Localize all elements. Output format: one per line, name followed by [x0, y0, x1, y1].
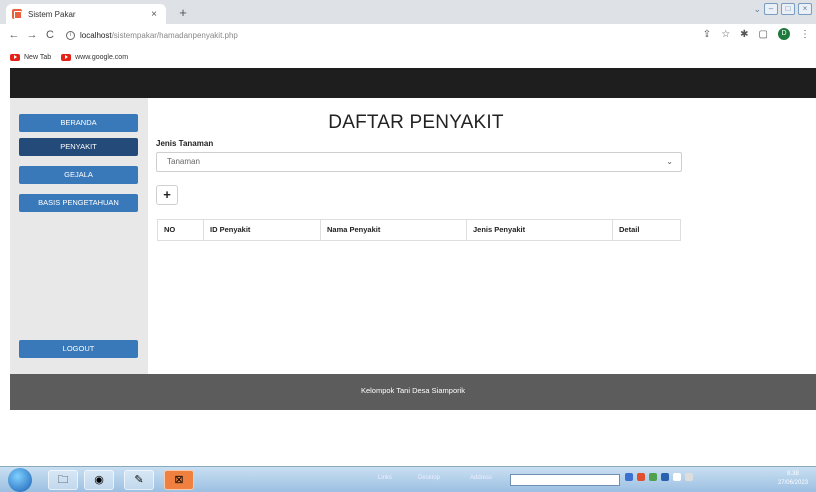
menu-kebab-icon[interactable]: ⋮	[800, 29, 810, 40]
new-tab-button[interactable]: +	[176, 5, 190, 20]
tool-app-icon[interactable]: ✎	[124, 470, 154, 490]
address-label: Address	[470, 475, 493, 481]
page-title: DAFTAR PENYAKIT	[328, 112, 504, 133]
close-window-button[interactable]: ×	[798, 3, 812, 15]
jenis-tanaman-label: Jenis Tanaman	[156, 139, 214, 148]
extensions-icon[interactable]: ✱	[740, 29, 748, 40]
volume-icon[interactable]	[685, 473, 693, 481]
clock-date: 27/06/2023	[777, 480, 808, 486]
column-header-jenis-penyakit: Jenis Penyakit	[467, 220, 613, 240]
minimize-button[interactable]: –	[764, 3, 778, 15]
sidebar-item-basis-pengetahuan[interactable]: BASIS PENGETAHUAN	[19, 194, 138, 212]
bookmark-star-icon[interactable]: ☆	[721, 29, 730, 40]
tray-icon[interactable]	[625, 473, 633, 481]
column-header-id-penyakit: ID Penyakit	[204, 220, 321, 240]
forward-arrow-icon[interactable]: →	[24, 29, 40, 41]
tray-icon[interactable]	[637, 473, 645, 481]
os-taskbar: 🗀 ◉ ✎ ⊠ Links Desktop Address 8.38 27/06…	[0, 466, 816, 492]
share-icon[interactable]: ⇪	[703, 29, 711, 40]
bookmark-label: New Tab	[24, 53, 52, 61]
window-controls: ⌄ – □ ×	[753, 3, 812, 15]
chrome-icon[interactable]: ◉	[84, 470, 114, 490]
sidebar-item-penyakit[interactable]: PENYAKIT	[19, 138, 138, 156]
bookmarks-bar: New Tab www.google.com	[0, 46, 816, 68]
youtube-icon	[61, 53, 72, 61]
chevron-down-icon: ⌄	[666, 157, 673, 166]
logout-button[interactable]: LOGOUT	[19, 340, 138, 358]
browser-tabstrip: Sistem Pakar × + ⌄ – □ ×	[0, 0, 816, 24]
penyakit-table-header: NO ID Penyakit Nama Penyakit Jenis Penya…	[157, 219, 681, 241]
column-header-no: NO	[158, 220, 204, 240]
taskbar-clock[interactable]: 8.38 27/06/2023	[778, 470, 808, 488]
address-bar: ← → C i localhost /sistempakar/hamadanpe…	[0, 24, 816, 46]
xampp-icon[interactable]: ⊠	[164, 470, 194, 490]
sidepanel-icon[interactable]: ▢	[759, 29, 768, 40]
page-header	[10, 68, 816, 98]
taskbar-address-field[interactable]	[510, 474, 620, 486]
tab-close-button[interactable]: ×	[148, 9, 160, 20]
sidebar-item-gejala[interactable]: GEJALA	[19, 166, 138, 184]
file-explorer-icon[interactable]: 🗀	[48, 470, 78, 490]
start-orb-icon[interactable]	[8, 468, 32, 492]
clock-time: 8.38	[787, 471, 799, 477]
page-footer: Kelompok Tani Desa Siamporik	[10, 374, 816, 410]
tab-search-icon[interactable]: ⌄	[753, 4, 761, 15]
url-path: /sistempakar/hamadanpenyakit.php	[111, 30, 238, 40]
sidebar: BERANDA PENYAKIT GEJALA BASIS PENGETAHUA…	[10, 98, 148, 374]
links-label[interactable]: Links	[378, 475, 392, 481]
network-icon[interactable]	[673, 473, 681, 481]
maximize-button[interactable]: □	[781, 3, 795, 15]
tab-title: Sistem Pakar	[28, 9, 76, 19]
browser-tab[interactable]: Sistem Pakar ×	[6, 4, 166, 24]
sidebar-item-beranda[interactable]: BERANDA	[19, 114, 138, 132]
add-penyakit-button[interactable]: +	[156, 185, 178, 205]
system-tray	[625, 473, 693, 481]
toolbar-icons: ⇪ ☆ ✱ ▢ D ⋮	[703, 28, 810, 40]
tray-icon[interactable]	[649, 473, 657, 481]
tray-icon[interactable]	[661, 473, 669, 481]
back-arrow-icon[interactable]: ←	[6, 29, 22, 41]
main-content: DAFTAR PENYAKIT Jenis Tanaman Tanaman ⌄ …	[148, 98, 816, 374]
url-host: localhost	[80, 30, 112, 40]
bookmark-google[interactable]: www.google.com	[61, 53, 129, 61]
site-info-icon[interactable]: i	[66, 30, 75, 40]
bookmark-label: www.google.com	[75, 53, 129, 61]
url-field[interactable]: i localhost /sistempakar/hamadanpenyakit…	[66, 30, 238, 40]
column-header-nama-penyakit: Nama Penyakit	[321, 220, 467, 240]
bookmark-new-tab[interactable]: New Tab	[10, 53, 52, 61]
profile-avatar[interactable]: D	[778, 28, 790, 40]
column-header-detail: Detail	[619, 225, 640, 234]
select-value: Tanaman	[167, 157, 200, 166]
reload-icon[interactable]: C	[42, 29, 58, 41]
site-favicon-icon	[12, 9, 22, 19]
desktop-label[interactable]: Desktop	[418, 475, 440, 481]
jenis-tanaman-select[interactable]: Tanaman ⌄	[156, 152, 682, 172]
youtube-icon	[10, 53, 20, 61]
